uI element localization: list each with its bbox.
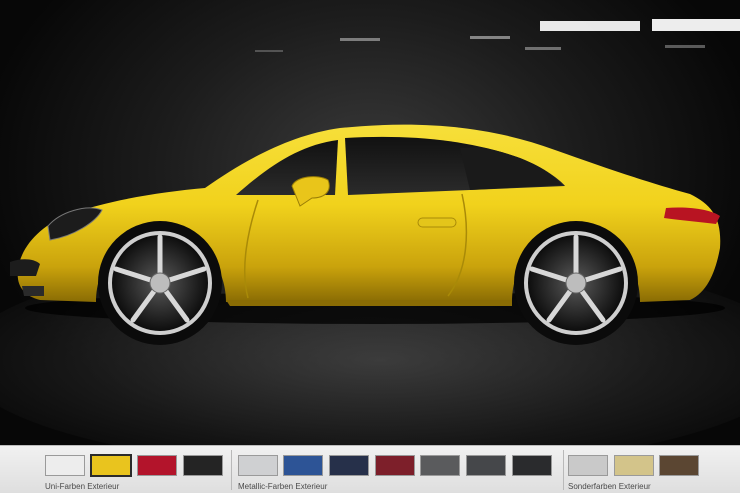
group-label-uni: Uni-Farben Exterieur — [45, 482, 120, 491]
swatch-blue[interactable] — [283, 455, 323, 476]
swatch-dark-red[interactable] — [375, 455, 415, 476]
group-label-metallic: Metallic-Farben Exterieur — [238, 482, 328, 491]
color-palette: Uni-Farben Exterieur Metallic-Farben Ext… — [0, 445, 740, 493]
swatch-beige[interactable] — [614, 455, 654, 476]
swatch-dark-blue[interactable] — [329, 455, 369, 476]
car-illustration — [0, 19, 740, 445]
swatch-red[interactable] — [137, 455, 177, 476]
swatch-white[interactable] — [45, 455, 85, 476]
group-separator — [563, 450, 564, 490]
swatch-grey[interactable] — [420, 455, 460, 476]
rear-wheel — [514, 221, 638, 345]
group-separator — [231, 450, 232, 490]
ceiling-lights — [255, 19, 740, 52]
swatch-brown[interactable] — [659, 455, 699, 476]
swatch-black[interactable] — [183, 455, 223, 476]
swatch-anthracite[interactable] — [512, 455, 552, 476]
swatch-yellow[interactable] — [90, 454, 132, 477]
swatch-dark-grey[interactable] — [466, 455, 506, 476]
swatch-silver[interactable] — [238, 455, 278, 476]
car-preview — [0, 0, 740, 445]
group-label-sonder: Sonderfarben Exterieur — [568, 482, 651, 491]
swatch-platinum[interactable] — [568, 455, 608, 476]
front-wheel — [98, 221, 222, 345]
configurator: Uni-Farben Exterieur Metallic-Farben Ext… — [0, 0, 740, 493]
